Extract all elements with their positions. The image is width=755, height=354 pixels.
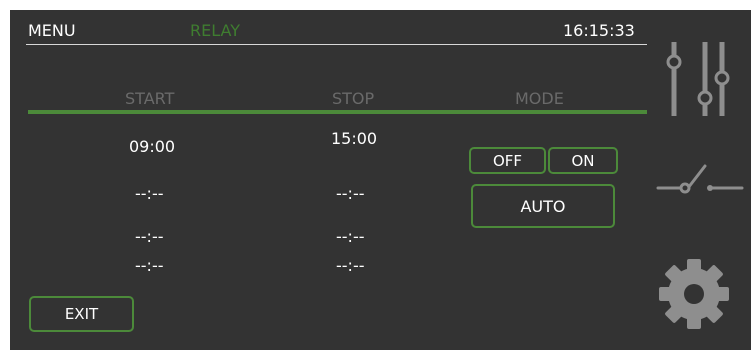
exit-button[interactable]: EXIT <box>29 296 134 332</box>
relay-title: RELAY <box>190 21 240 40</box>
start-time-1[interactable]: 09:00 <box>129 137 175 156</box>
mode-on-button[interactable]: ON <box>548 147 618 174</box>
column-header-stop: STOP <box>332 89 375 108</box>
header-divider <box>26 44 647 45</box>
stop-time-4[interactable]: --:-- <box>336 256 364 275</box>
clock-time: 16:15:33 <box>563 21 635 40</box>
table-header-divider <box>28 110 647 114</box>
stop-time-1[interactable]: 15:00 <box>331 129 377 148</box>
start-time-2[interactable]: --:-- <box>135 184 163 203</box>
sliders-icon[interactable] <box>660 40 730 124</box>
gear-icon[interactable] <box>658 258 730 334</box>
stop-time-2[interactable]: --:-- <box>336 184 364 203</box>
column-header-start: START <box>125 89 175 108</box>
mode-off-button[interactable]: OFF <box>469 147 546 174</box>
mode-auto-button[interactable]: AUTO <box>471 184 615 228</box>
relay-switch-icon[interactable] <box>656 162 744 206</box>
menu-label[interactable]: MENU <box>28 21 76 40</box>
column-header-mode: MODE <box>515 89 564 108</box>
start-time-4[interactable]: --:-- <box>135 256 163 275</box>
start-time-3[interactable]: --:-- <box>135 227 163 246</box>
relay-screen: MENU RELAY 16:15:33 START STOP MODE 09:0… <box>10 10 751 350</box>
stop-time-3[interactable]: --:-- <box>336 227 364 246</box>
